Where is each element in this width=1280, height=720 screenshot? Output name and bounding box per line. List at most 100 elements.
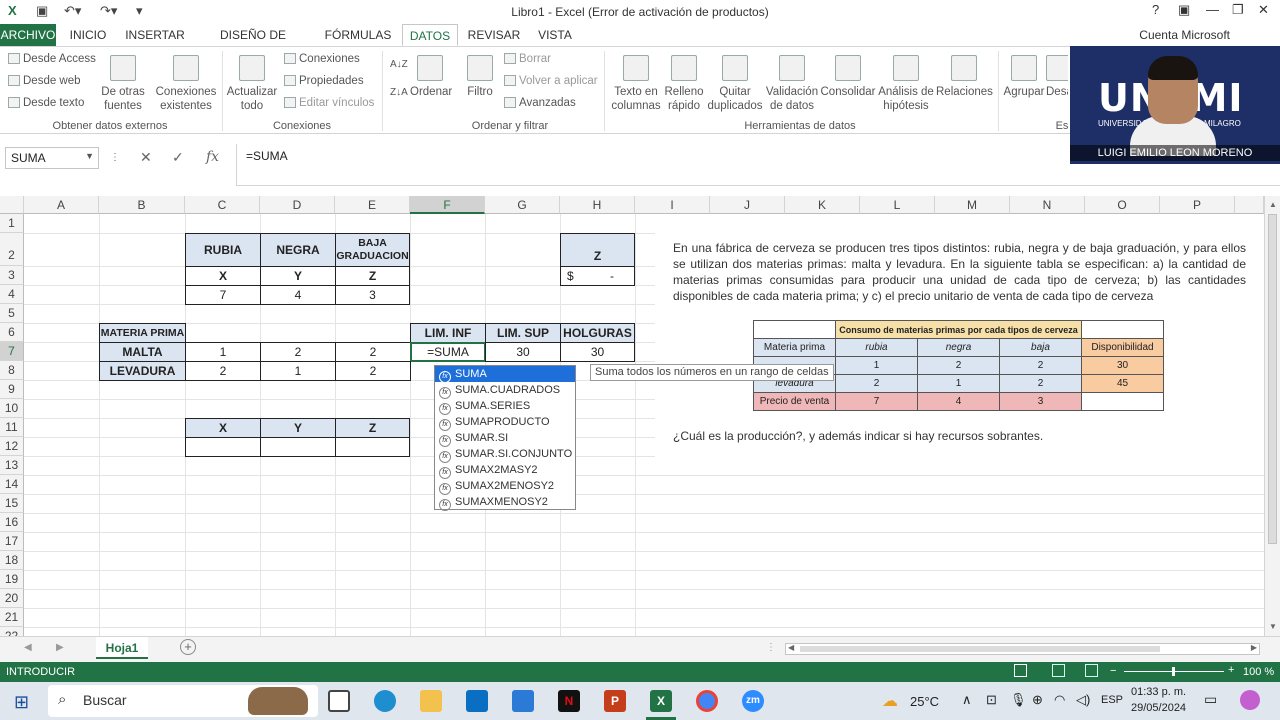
autocomplete-item[interactable]: fx SUMAX2MASY2 xyxy=(435,462,575,479)
cell-c11[interactable]: X xyxy=(185,418,261,438)
analisis-hipotesis-button[interactable]: Análisis de hipótesis xyxy=(876,55,936,113)
cell-f7-active[interactable]: =SUMA xyxy=(410,342,486,362)
cell-d3[interactable]: Y xyxy=(260,266,336,286)
powerpoint-icon[interactable]: P xyxy=(604,690,626,712)
row-header[interactable]: 4 xyxy=(0,285,24,304)
clock-date[interactable]: 29/05/2024 xyxy=(1131,702,1186,714)
add-sheet-icon[interactable]: + xyxy=(180,639,196,655)
column-header[interactable]: B xyxy=(99,196,185,214)
column-header[interactable]: C xyxy=(185,196,260,214)
prev-sheet-icon[interactable]: ◀ xyxy=(24,642,32,653)
scroll-up-icon[interactable]: ▲ xyxy=(1269,200,1277,209)
autocomplete-item[interactable]: fx SUMAR.SI.CONJUNTO xyxy=(435,446,575,463)
row-header[interactable]: 6 xyxy=(0,323,24,342)
row-header[interactable]: 12 xyxy=(0,437,24,456)
desde-web-button[interactable]: Desde web xyxy=(8,75,81,87)
sort-za-icon[interactable]: Z↓A xyxy=(390,87,408,98)
agrupar-button[interactable]: Agrupar xyxy=(1002,55,1046,99)
row-header[interactable]: 18 xyxy=(0,551,24,570)
cell-d2[interactable]: NEGRA xyxy=(260,233,336,267)
minimize-button[interactable]: — xyxy=(1206,2,1219,17)
cell-e2[interactable]: BAJA GRADUACION xyxy=(335,233,410,267)
volume-icon[interactable]: ◁) xyxy=(1076,692,1090,708)
autocomplete-item[interactable]: fx SUMAX2MENOSY2 xyxy=(435,478,575,495)
cell-e8[interactable]: 2 xyxy=(335,361,411,381)
column-header[interactable]: N xyxy=(1010,196,1085,214)
desde-texto-button[interactable]: Desde texto xyxy=(8,97,84,109)
vertical-scrollbar[interactable]: ▲ ▼ xyxy=(1264,196,1280,636)
row-header[interactable]: 14 xyxy=(0,475,24,494)
row-header[interactable]: 2 xyxy=(0,233,24,266)
taskbar-search[interactable]: ⌕ Buscar xyxy=(48,685,318,717)
row-header[interactable]: 15 xyxy=(0,494,24,513)
tab-datos[interactable]: DATOS xyxy=(402,24,458,46)
ordenar-button[interactable]: Ordenar xyxy=(410,55,452,99)
normal-view-icon[interactable] xyxy=(1014,664,1027,677)
cell-c3[interactable]: X xyxy=(185,266,261,286)
network-icon[interactable]: ⊕ xyxy=(1032,692,1043,708)
cell-g6[interactable]: LIM. SUP xyxy=(485,323,561,343)
column-header[interactable]: H xyxy=(560,196,635,214)
row-header[interactable]: 22 xyxy=(0,627,24,636)
row-header[interactable]: 3 xyxy=(0,266,24,285)
desde-access-button[interactable]: Desde Access xyxy=(8,53,96,65)
conexiones-existentes-button[interactable]: Conexiones existentes xyxy=(154,55,218,113)
cell-e12[interactable] xyxy=(335,437,410,457)
tab-vista[interactable]: VISTA xyxy=(530,24,580,46)
column-header[interactable]: E xyxy=(335,196,410,214)
cell-b7[interactable]: MALTA xyxy=(99,342,186,362)
tab-revisar[interactable]: REVISAR xyxy=(466,24,522,46)
tab-formulas[interactable]: FÓRMULAS xyxy=(318,24,398,46)
column-header[interactable]: O xyxy=(1085,196,1160,214)
row-header-selected[interactable]: 7 xyxy=(0,342,24,361)
column-header[interactable]: P xyxy=(1160,196,1235,214)
relleno-rapido-button[interactable]: Relleno rápido xyxy=(664,55,704,113)
cell-e3[interactable]: Z xyxy=(335,266,410,286)
cell-c8[interactable]: 2 xyxy=(185,361,261,381)
microphone-icon[interactable]: 🎙 xyxy=(1010,692,1027,708)
column-header[interactable]: J xyxy=(710,196,785,214)
column-header-selected[interactable]: F xyxy=(410,196,485,214)
cell-d12[interactable] xyxy=(260,437,336,457)
cell-h6[interactable]: HOLGURAS xyxy=(560,323,635,343)
propiedades-button[interactable]: Propiedades xyxy=(284,75,364,87)
row-header[interactable]: 10 xyxy=(0,399,24,418)
row-header[interactable]: 9 xyxy=(0,380,24,399)
store-icon[interactable] xyxy=(512,690,534,712)
volver-aplicar-button[interactable]: Volver a aplicar xyxy=(504,75,598,87)
row-header[interactable]: 19 xyxy=(0,570,24,589)
otras-fuentes-button[interactable]: De otras fuentes xyxy=(96,55,150,113)
column-header[interactable]: D xyxy=(260,196,335,214)
quitar-duplicados-button[interactable]: Quitar duplicados xyxy=(706,55,764,113)
close-button[interactable]: ✕ xyxy=(1258,2,1269,18)
row-header[interactable]: 17 xyxy=(0,532,24,551)
cell-c4[interactable]: 7 xyxy=(185,285,261,305)
column-header[interactable]: G xyxy=(485,196,560,214)
cell-f6[interactable]: LIM. INF xyxy=(410,323,486,343)
relaciones-button[interactable]: Relaciones xyxy=(936,55,993,99)
row-header[interactable]: 21 xyxy=(0,608,24,627)
chevron-down-icon[interactable]: ▼ xyxy=(85,151,94,161)
desagrupar-button[interactable]: Desa xyxy=(1046,55,1068,99)
validacion-datos-button[interactable]: Validación de datos xyxy=(764,55,820,113)
cell-h3[interactable]: $ - xyxy=(560,266,635,286)
zoom-out-icon[interactable]: − xyxy=(1110,665,1116,677)
task-view-icon[interactable] xyxy=(328,690,350,712)
consolidar-button[interactable]: Consolidar xyxy=(820,55,876,99)
next-sheet-icon[interactable]: ▶ xyxy=(56,642,64,653)
row-header[interactable]: 16 xyxy=(0,513,24,532)
weather-temp[interactable]: 25°C xyxy=(910,694,939,709)
cell-c7[interactable]: 1 xyxy=(185,342,261,362)
avanzadas-button[interactable]: Avanzadas xyxy=(504,97,576,109)
edge-icon[interactable] xyxy=(374,690,396,712)
column-header[interactable]: L xyxy=(860,196,935,214)
cell-d4[interactable]: 4 xyxy=(260,285,336,305)
help-button[interactable]: ? xyxy=(1152,2,1159,17)
row-header[interactable]: 5 xyxy=(0,304,24,323)
insert-function-icon[interactable]: fx xyxy=(206,149,219,165)
cell-e7[interactable]: 2 xyxy=(335,342,411,362)
zoom-in-icon[interactable]: + xyxy=(1228,664,1234,676)
tab-insertar[interactable]: INSERTAR xyxy=(122,24,188,46)
tab-archivo[interactable]: ARCHIVO xyxy=(0,24,56,46)
name-box[interactable]: SUMA ▼ xyxy=(5,147,99,169)
